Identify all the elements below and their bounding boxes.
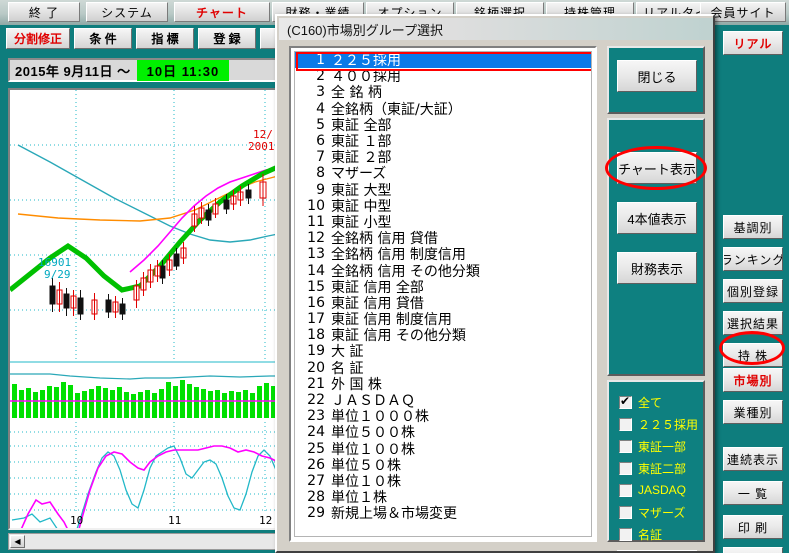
dialog-action-button-1[interactable]: 4本値表示 — [617, 202, 697, 234]
chart-panel: 2015年 9月11日 ～ 10日 11:30 12/ 2001 16901 9… — [0, 52, 292, 553]
market-group-dialog: (C160)市場別グループ選択 1 ２２５採用 2 ４００採用 3 全 銘 柄 4 全銘柄（東… — [275, 14, 715, 553]
list-item-label: 新規上場＆市場変更 — [331, 506, 457, 523]
date-range-current: 10日 11:30 — [136, 59, 230, 81]
list-item-number: 14 — [307, 262, 325, 279]
date-range-bar[interactable]: 2015年 9月11日 ～ 10日 11:30 — [8, 58, 284, 82]
svg-text:9/29: 9/29 — [44, 268, 71, 281]
menu-button-0[interactable]: 終 了 — [8, 2, 80, 22]
tool-button-1[interactable]: 条 件 — [74, 28, 132, 49]
chart-horizontal-scrollbar[interactable]: ◀ — [8, 533, 284, 550]
list-item-number: 20 — [307, 359, 325, 376]
right-sidebar: O16811H16851L16713C16806+164V9293 リアル基調別… — [715, 25, 789, 553]
sidebar-button-4[interactable]: 持 株 — [723, 343, 783, 367]
list-item-number: 19 — [307, 343, 325, 360]
list-item-number: 16 — [307, 294, 325, 311]
sidebar-button-9[interactable]: 印 刷 — [723, 515, 783, 539]
filter-checkbox-label: 東証二部 — [638, 461, 687, 476]
dialog-action-group: チャート表示 4本値表示財務表示 — [607, 118, 705, 376]
menu-button-2[interactable]: チャート — [174, 2, 270, 22]
filter-checkbox-6[interactable]: 名証 — [619, 524, 662, 544]
list-item-number: 18 — [307, 327, 325, 344]
tool-button-0[interactable]: 分割修正 — [6, 28, 70, 49]
checkbox-icon[interactable] — [619, 394, 632, 409]
sidebar-button-1[interactable]: ランキング — [723, 247, 783, 271]
list-item-number: 10 — [307, 197, 325, 214]
xaxis-tick-12: 12 — [259, 514, 272, 527]
list-item[interactable]: 29 新規上場＆市場変更 — [295, 505, 591, 523]
sidebar-button-3[interactable]: 選択結果 — [723, 311, 783, 335]
filter-checkbox-5[interactable]: マザーズ — [619, 502, 685, 522]
xaxis-tick-10: 10 — [70, 514, 83, 527]
list-item-number: 24 — [307, 424, 325, 441]
checkbox-icon[interactable] — [619, 483, 632, 497]
list-item-number: 6 — [316, 133, 325, 150]
filter-checkbox-label: 全て — [638, 395, 663, 410]
filter-checkbox-2[interactable]: 東証一部 — [619, 436, 686, 456]
dialog-title-bar: (C160)市場別グループ選択 — [279, 18, 713, 40]
tool-button-3[interactable]: 登 録 — [198, 28, 256, 49]
market-group-list[interactable]: 1 ２２５採用 2 ４００採用 3 全 銘 柄 4 全銘柄（東証/大証） 5 東証 全部 6 東証 １… — [294, 51, 592, 537]
filter-checkbox-label: マザーズ — [638, 505, 686, 520]
chart-canvas: 12/ 2001 16901 9/29 10 11 12 — [10, 90, 282, 528]
dialog-close-group: 閉じる — [607, 46, 705, 114]
market-group-list-frame: 1 ２２５採用 2 ４００採用 3 全 銘 柄 4 全銘柄（東証/大証） 5 東証 全部 6 東証 １… — [289, 46, 597, 542]
filter-checkbox-4[interactable]: JASDAQ — [619, 480, 686, 500]
list-item-number: 27 — [307, 472, 325, 489]
filter-checkbox-1[interactable]: ２２５採用 — [619, 414, 698, 434]
list-item-number: 26 — [307, 456, 325, 473]
list-item-number: 1 — [316, 52, 325, 69]
checkbox-icon[interactable] — [619, 461, 632, 475]
xaxis-tick-11: 11 — [168, 514, 181, 527]
list-item-number: 7 — [316, 149, 325, 166]
menu-button-1[interactable]: システム — [86, 2, 168, 22]
list-item-number: 15 — [307, 278, 325, 295]
list-item-number: 9 — [316, 181, 325, 198]
list-item-number: 21 — [307, 375, 325, 392]
list-item-number: 4 — [316, 100, 325, 117]
dialog-action-button-0[interactable]: チャート表示 — [617, 152, 697, 184]
list-item-number: 23 — [307, 408, 325, 425]
list-item-number: 12 — [307, 230, 325, 247]
sidebar-button-7[interactable]: 連続表示 — [723, 447, 783, 471]
dialog-title-text: (C160)市場別グループ選択 — [287, 22, 443, 38]
dialog-close-button-0[interactable]: 閉じる — [617, 60, 697, 92]
list-item-number: 11 — [307, 213, 325, 230]
list-item-number: 13 — [307, 246, 325, 263]
list-item-number: 5 — [316, 116, 325, 133]
list-item-number: 28 — [307, 489, 325, 506]
date-range-label: 2015年 9月11日 ～ — [15, 63, 131, 79]
sidebar-button-8[interactable]: 一 覧 — [723, 481, 783, 505]
dialog-action-button-2[interactable]: 財務表示 — [617, 252, 697, 284]
checkbox-icon[interactable] — [619, 439, 632, 453]
filter-checkbox-label: 名証 — [638, 527, 663, 542]
tool-button-2[interactable]: 指 標 — [136, 28, 194, 49]
sidebar-button-6[interactable]: 業種別 — [723, 400, 783, 424]
svg-text:2001: 2001 — [248, 140, 275, 153]
application-window: 終 了システム チャート 財務・業績 オプション 銘柄選択 持株管理 リアルタイム 会員サイト… — [0, 0, 789, 553]
sidebar-button-2[interactable]: 個別登録 — [723, 279, 783, 303]
list-item-number: 3 — [316, 84, 325, 101]
sidebar-button-10[interactable]: ヘルプ — [723, 547, 783, 553]
checkbox-icon[interactable] — [619, 417, 632, 431]
filter-checkbox-label: JASDAQ — [638, 483, 687, 497]
sidebar-button-0[interactable]: 基調別 — [723, 215, 783, 239]
price-chart[interactable]: 12/ 2001 16901 9/29 10 11 12 — [8, 88, 284, 530]
checkbox-separator — [617, 550, 697, 551]
filter-checkbox-label: 東証一部 — [638, 439, 687, 454]
checkbox-icon[interactable] — [619, 505, 632, 519]
list-item-number: 8 — [316, 165, 325, 182]
filter-checkbox-3[interactable]: 東証二部 — [619, 458, 686, 478]
scroll-left-arrow-icon[interactable]: ◀ — [10, 535, 25, 548]
filter-checkbox-label: ２２５採用 — [638, 417, 699, 432]
filter-checkbox-0[interactable]: 全て — [619, 392, 662, 412]
list-item-number: 25 — [307, 440, 325, 457]
checkbox-icon[interactable] — [619, 527, 632, 541]
sidebar-button-5[interactable]: 市場別 — [723, 368, 783, 392]
dialog-filter-group: 全て２２５採用東証一部東証二部JASDAQマザーズ名証ETF他除外 — [607, 380, 705, 551]
list-item-number: 22 — [307, 392, 325, 409]
list-item-number: 17 — [307, 311, 325, 328]
sidebar-button-realtime[interactable]: リアル — [723, 31, 783, 55]
list-item-number: 29 — [307, 505, 325, 522]
list-item-number: 2 — [316, 68, 325, 85]
